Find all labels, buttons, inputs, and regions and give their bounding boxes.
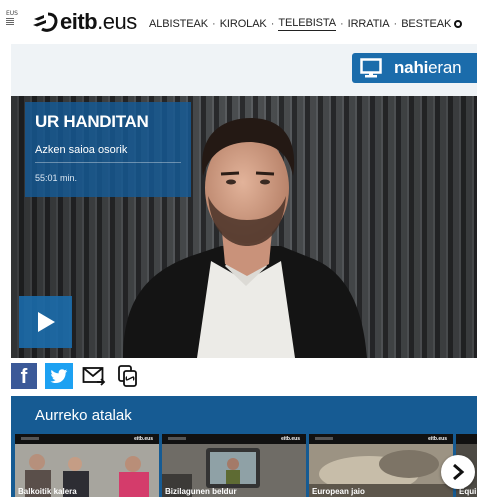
thumb-logo: eitb.eus xyxy=(428,436,447,442)
thumb-logo: eitb.eus xyxy=(281,436,300,442)
chevron-right-icon xyxy=(453,463,465,481)
play-button[interactable] xyxy=(19,296,72,348)
email-icon[interactable] xyxy=(81,363,107,389)
nahieran-light: eran xyxy=(428,58,462,77)
hero-video[interactable]: UR HANDITAN Azken saioa osorik 55:01 min… xyxy=(11,96,477,358)
episode-card-0[interactable]: eitb.eus Balkoitik kalera xyxy=(15,434,159,497)
language-es[interactable] xyxy=(6,18,14,26)
eitb-logo[interactable]: eitb.eus xyxy=(30,9,137,35)
thumb-logo: eitb.eus xyxy=(134,436,153,442)
nav-irratia[interactable]: IRRATIA xyxy=(348,18,390,30)
program-info-box[interactable]: UR HANDITAN Azken saioa osorik 55:01 min… xyxy=(25,102,191,197)
nahieran-bold: nahi xyxy=(394,58,429,77)
nav-separator: · xyxy=(339,18,344,30)
facebook-icon[interactable]: f xyxy=(11,363,37,389)
episode-title: Balkoitik kalera xyxy=(18,487,77,496)
copy-link-icon[interactable] xyxy=(115,363,141,389)
nav-separator: · xyxy=(270,18,275,30)
nav-telebista[interactable]: TELEBISTA xyxy=(278,17,336,31)
episodes-heading: Aurreko atalak xyxy=(35,407,132,424)
episode-title: Bizilagunen beldur xyxy=(165,487,237,496)
episode-card-1[interactable]: eitb.eus Bizilagunen beldur xyxy=(162,434,306,497)
main-nav: ALBISTEAK · KIROLAK · TELEBISTA · IRRATI… xyxy=(149,17,463,31)
eitb-logo-mark-icon xyxy=(33,12,58,32)
play-icon xyxy=(37,312,55,332)
twitter-icon[interactable] xyxy=(45,363,73,389)
copy-link-glyph-icon xyxy=(118,365,137,387)
episodes-next-button[interactable] xyxy=(441,455,475,489)
site-header: EUS eitb.eus ALBISTEAK · KIROLAK · TELEB… xyxy=(0,0,477,44)
logo-suffix: .eus xyxy=(97,9,137,34)
nav-separator: · xyxy=(212,18,216,30)
episode-title: European jaio xyxy=(312,487,365,496)
program-subtitle: Azken saioa osorik xyxy=(35,144,181,163)
logo-brand: eitb xyxy=(60,9,98,34)
share-bar: f xyxy=(11,360,141,392)
language-eus[interactable]: EUS xyxy=(6,10,18,17)
nahieran-button[interactable]: nahieran xyxy=(352,53,477,83)
twitter-bird-icon xyxy=(50,368,68,383)
nav-separator: · xyxy=(393,18,398,30)
tv-monitor-icon xyxy=(360,58,382,78)
episode-card-2[interactable]: eitb.eus European jaio xyxy=(309,434,453,497)
program-title: UR HANDITAN xyxy=(35,112,149,131)
nav-kirolak[interactable]: KIROLAK xyxy=(220,18,267,30)
email-share-icon xyxy=(82,367,106,386)
nav-besteak[interactable]: BESTEAK xyxy=(401,18,451,30)
more-circle-icon[interactable] xyxy=(454,20,463,28)
nav-albisteak[interactable]: ALBISTEAK xyxy=(149,18,208,30)
previous-episodes: Aurreko atalak eitb.eus Balkoitik kalera… xyxy=(11,396,477,497)
language-switcher[interactable]: EUS xyxy=(6,10,18,26)
facebook-glyph: f xyxy=(20,366,28,388)
program-duration: 55:01 min. xyxy=(35,173,78,183)
